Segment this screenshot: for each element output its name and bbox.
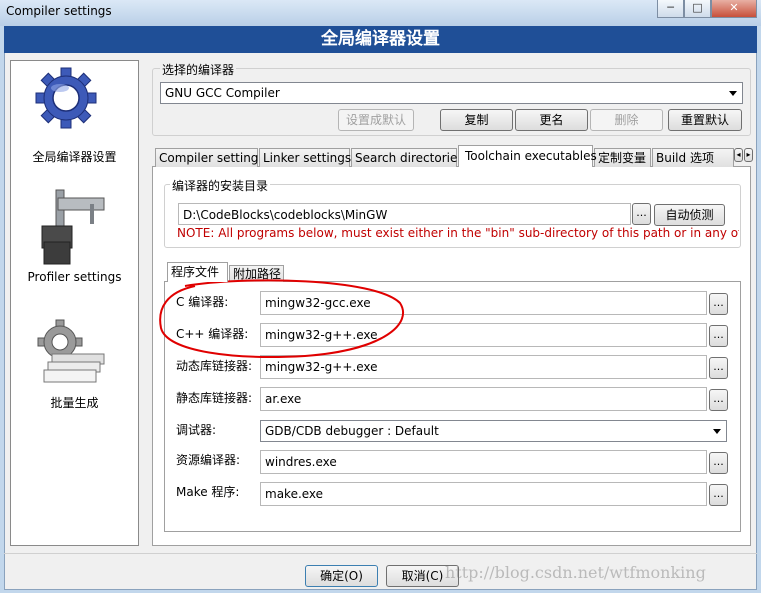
debugger-select[interactable]: GDB/CDB debugger : Default bbox=[260, 420, 727, 442]
chevron-down-icon bbox=[729, 91, 737, 96]
maximize-button[interactable]: □ bbox=[684, 0, 711, 18]
make-program-input[interactable]: make.exe bbox=[260, 482, 707, 506]
auto-detect-button[interactable]: 自动侦测 bbox=[654, 204, 725, 226]
tab-scroll-left-button[interactable]: ◂ bbox=[734, 148, 743, 162]
debugger-label: 调试器: bbox=[176, 423, 217, 437]
footer-divider bbox=[4, 553, 757, 554]
tab-search-directories[interactable]: Search directories bbox=[351, 148, 464, 167]
gear-icon bbox=[34, 67, 98, 147]
browse-static-linker-button[interactable]: ... bbox=[709, 389, 728, 411]
minimize-button[interactable]: ─ bbox=[657, 0, 684, 18]
watermark-text: http://blog.csdn.net/wtfmonking bbox=[445, 563, 706, 582]
chevron-down-icon bbox=[713, 429, 721, 434]
browse-c-compiler-button[interactable]: ... bbox=[709, 293, 728, 315]
category-profiler[interactable] bbox=[34, 186, 106, 266]
make-program-label: Make 程序: bbox=[176, 485, 240, 499]
browse-dynamic-linker-button[interactable]: ... bbox=[709, 357, 728, 379]
category-label-profiler: Profiler settings bbox=[27, 270, 122, 284]
browse-make-program-button[interactable]: ... bbox=[709, 484, 728, 506]
compiler-select[interactable]: GNU GCC Compiler bbox=[160, 82, 743, 104]
tab-scroll-right-button[interactable]: ▸ bbox=[744, 148, 753, 162]
caliper-icon bbox=[34, 189, 106, 269]
resource-compiler-input[interactable]: windres.exe bbox=[260, 450, 707, 474]
category-global-compiler[interactable] bbox=[34, 64, 98, 144]
selected-compiler-label: 选择的编译器 bbox=[160, 61, 237, 78]
browse-install-dir-button[interactable]: ... bbox=[632, 203, 651, 225]
static-linker-input[interactable]: ar.exe bbox=[260, 387, 707, 411]
browse-cpp-compiler-button[interactable]: ... bbox=[709, 325, 728, 347]
delete-button[interactable]: 删除 bbox=[590, 109, 663, 131]
compiler-select-value: GNU GCC Compiler bbox=[165, 86, 280, 100]
install-dir-label: 编译器的安装目录 bbox=[170, 177, 271, 194]
tab-build-options[interactable]: Build 选项 bbox=[652, 148, 734, 167]
rename-button[interactable]: 更名 bbox=[515, 109, 588, 131]
reset-defaults-button[interactable]: 重置默认 bbox=[668, 109, 742, 131]
category-batch-build[interactable] bbox=[34, 318, 108, 388]
ok-button[interactable]: 确定(O) bbox=[305, 565, 378, 587]
stack-gear-icon bbox=[34, 319, 108, 391]
subtab-program-files[interactable]: 程序文件 bbox=[167, 262, 228, 282]
resource-compiler-label: 资源编译器: bbox=[176, 453, 241, 467]
browse-resource-compiler-button[interactable]: ... bbox=[709, 452, 728, 474]
page-title: 全局编译器设置 bbox=[4, 26, 757, 53]
category-label-batch: 批量生成 bbox=[50, 396, 99, 410]
install-dir-note: NOTE: All programs below, must exist eit… bbox=[177, 226, 739, 240]
window-title: Compiler settings bbox=[6, 4, 112, 18]
annotation-circle bbox=[159, 279, 405, 358]
install-dir-input[interactable]: D:\CodeBlocks\codeblocks\MinGW bbox=[178, 203, 631, 225]
close-button[interactable]: ✕ bbox=[711, 0, 757, 18]
tab-compiler-settings[interactable]: Compiler settings bbox=[155, 148, 265, 167]
title-bar bbox=[0, 0, 761, 26]
copy-button[interactable]: 复制 bbox=[440, 109, 513, 131]
tab-custom-variables[interactable]: 定制变量 bbox=[594, 148, 651, 167]
tab-linker-settings[interactable]: Linker settings bbox=[259, 148, 351, 167]
chevron-right-icon: ▸ bbox=[746, 150, 751, 159]
tab-toolchain-executables[interactable]: Toolchain executables bbox=[458, 145, 597, 167]
chevron-left-icon: ◂ bbox=[736, 150, 741, 159]
debugger-select-value: GDB/CDB debugger : Default bbox=[265, 424, 439, 438]
category-label-global: 全局编译器设置 bbox=[32, 150, 117, 164]
static-linker-label: 静态库链接器: bbox=[176, 391, 253, 405]
set-default-button[interactable]: 设置成默认 bbox=[338, 109, 414, 131]
